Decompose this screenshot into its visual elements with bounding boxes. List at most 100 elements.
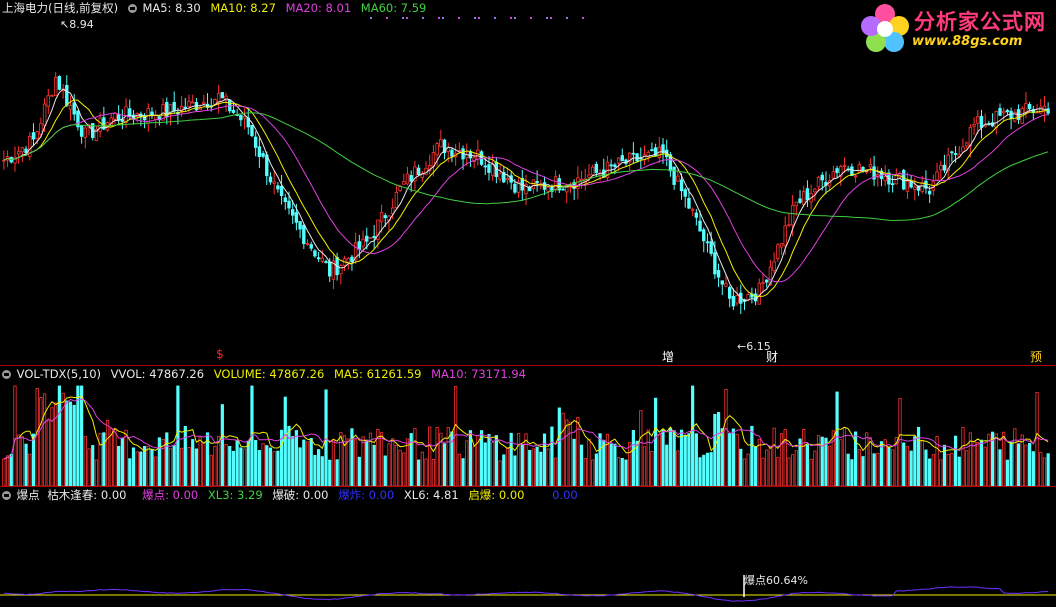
- volume-bar[interactable]: [983, 446, 987, 486]
- volume-bar[interactable]: [168, 448, 173, 486]
- volume-bar[interactable]: [876, 453, 880, 486]
- candle[interactable]: [165, 97, 169, 125]
- candle[interactable]: [490, 154, 495, 182]
- volume-bar[interactable]: [802, 429, 806, 486]
- candle[interactable]: [957, 145, 961, 157]
- volume-bar[interactable]: [24, 443, 28, 486]
- settings-circle-icon[interactable]: [2, 370, 11, 379]
- candle[interactable]: [694, 208, 699, 226]
- volume-bar[interactable]: [209, 454, 213, 486]
- volume-bar[interactable]: [639, 410, 643, 486]
- volume-bar[interactable]: [550, 426, 554, 486]
- volume-bar[interactable]: [750, 425, 754, 486]
- volume-bar[interactable]: [154, 456, 158, 486]
- volume-bar[interactable]: [146, 446, 150, 486]
- candle[interactable]: [316, 251, 321, 263]
- candle[interactable]: [439, 129, 443, 148]
- volume-bar[interactable]: [898, 398, 902, 486]
- volume-bar[interactable]: [620, 457, 624, 486]
- volume-bar[interactable]: [654, 397, 658, 486]
- volume-bar[interactable]: [176, 385, 180, 486]
- volume-bar[interactable]: [57, 385, 61, 486]
- volume-bar[interactable]: [557, 407, 561, 486]
- volume-bar[interactable]: [409, 433, 413, 486]
- volume-bar[interactable]: [746, 453, 750, 486]
- candle[interactable]: [331, 253, 336, 290]
- volume-bar[interactable]: [365, 439, 369, 486]
- volume-bar[interactable]: [305, 441, 310, 486]
- volume-bar[interactable]: [276, 450, 280, 486]
- volume-bar[interactable]: [424, 458, 428, 486]
- volume-bar[interactable]: [54, 402, 58, 486]
- volume-bar[interactable]: [113, 427, 117, 486]
- volume-bar[interactable]: [713, 414, 717, 486]
- volume-bar[interactable]: [691, 385, 695, 486]
- volume-bar[interactable]: [128, 458, 132, 486]
- candle[interactable]: [405, 166, 410, 186]
- volume-bar[interactable]: [335, 459, 339, 486]
- candle[interactable]: [220, 92, 225, 99]
- volume-bar[interactable]: [787, 457, 791, 486]
- volume-bar[interactable]: [761, 457, 765, 486]
- candle[interactable]: [68, 95, 73, 121]
- candle[interactable]: [887, 169, 891, 193]
- candle[interactable]: [102, 106, 106, 131]
- candle[interactable]: [631, 142, 636, 164]
- volume-bar[interactable]: [87, 448, 91, 486]
- volume-bar[interactable]: [309, 438, 313, 486]
- volume-bar[interactable]: [1028, 442, 1032, 486]
- volume-bar[interactable]: [850, 459, 854, 486]
- candle[interactable]: [157, 116, 162, 126]
- candle[interactable]: [231, 103, 236, 114]
- candle[interactable]: [483, 158, 487, 176]
- candle[interactable]: [305, 239, 310, 246]
- volume-bar[interactable]: [913, 436, 917, 486]
- volume-bar[interactable]: [624, 459, 628, 486]
- candle[interactable]: [898, 171, 902, 178]
- volume-bar[interactable]: [742, 458, 747, 486]
- volume-bar[interactable]: [42, 393, 47, 486]
- candle[interactable]: [194, 97, 199, 112]
- volume-bar[interactable]: [187, 447, 191, 486]
- volume-bar[interactable]: [180, 447, 184, 486]
- volume-bar[interactable]: [887, 446, 891, 486]
- volume-bar[interactable]: [50, 407, 54, 486]
- candle[interactable]: [235, 108, 239, 117]
- volume-bar[interactable]: [502, 454, 506, 486]
- volume-bar[interactable]: [150, 448, 154, 486]
- volume-bar[interactable]: [765, 449, 769, 486]
- volume-bar[interactable]: [294, 430, 299, 486]
- volume-bar[interactable]: [28, 453, 32, 486]
- volume-bar[interactable]: [39, 397, 43, 486]
- volume-bar[interactable]: [94, 459, 99, 486]
- volume-bar[interactable]: [387, 443, 391, 486]
- volume-bar[interactable]: [757, 438, 761, 486]
- candle[interactable]: [776, 243, 780, 262]
- volume-bar[interactable]: [1039, 452, 1043, 486]
- candle[interactable]: [161, 98, 165, 121]
- volume-bar[interactable]: [813, 450, 817, 486]
- volume-bar[interactable]: [616, 457, 621, 486]
- volume-bar[interactable]: [587, 438, 591, 486]
- volume-bar[interactable]: [317, 449, 321, 486]
- volume-bar[interactable]: [957, 456, 961, 486]
- volume-chart[interactable]: [0, 366, 1056, 486]
- volume-bar[interactable]: [609, 443, 613, 486]
- volume-bar[interactable]: [683, 434, 687, 486]
- volume-bar[interactable]: [202, 442, 206, 486]
- volume-bar[interactable]: [535, 446, 539, 486]
- volume-bar[interactable]: [483, 442, 487, 486]
- candle[interactable]: [605, 155, 610, 181]
- volume-bar[interactable]: [509, 432, 513, 486]
- candle[interactable]: [824, 171, 828, 195]
- candle[interactable]: [590, 164, 595, 176]
- volume-bar[interactable]: [265, 445, 269, 486]
- candle[interactable]: [457, 142, 462, 153]
- volume-bar[interactable]: [679, 429, 684, 486]
- candle[interactable]: [416, 164, 421, 177]
- volume-bar[interactable]: [687, 433, 691, 486]
- candle[interactable]: [879, 168, 884, 187]
- volume-bar[interactable]: [1016, 443, 1021, 486]
- volume-bar[interactable]: [961, 427, 965, 486]
- volume-bar[interactable]: [465, 440, 469, 486]
